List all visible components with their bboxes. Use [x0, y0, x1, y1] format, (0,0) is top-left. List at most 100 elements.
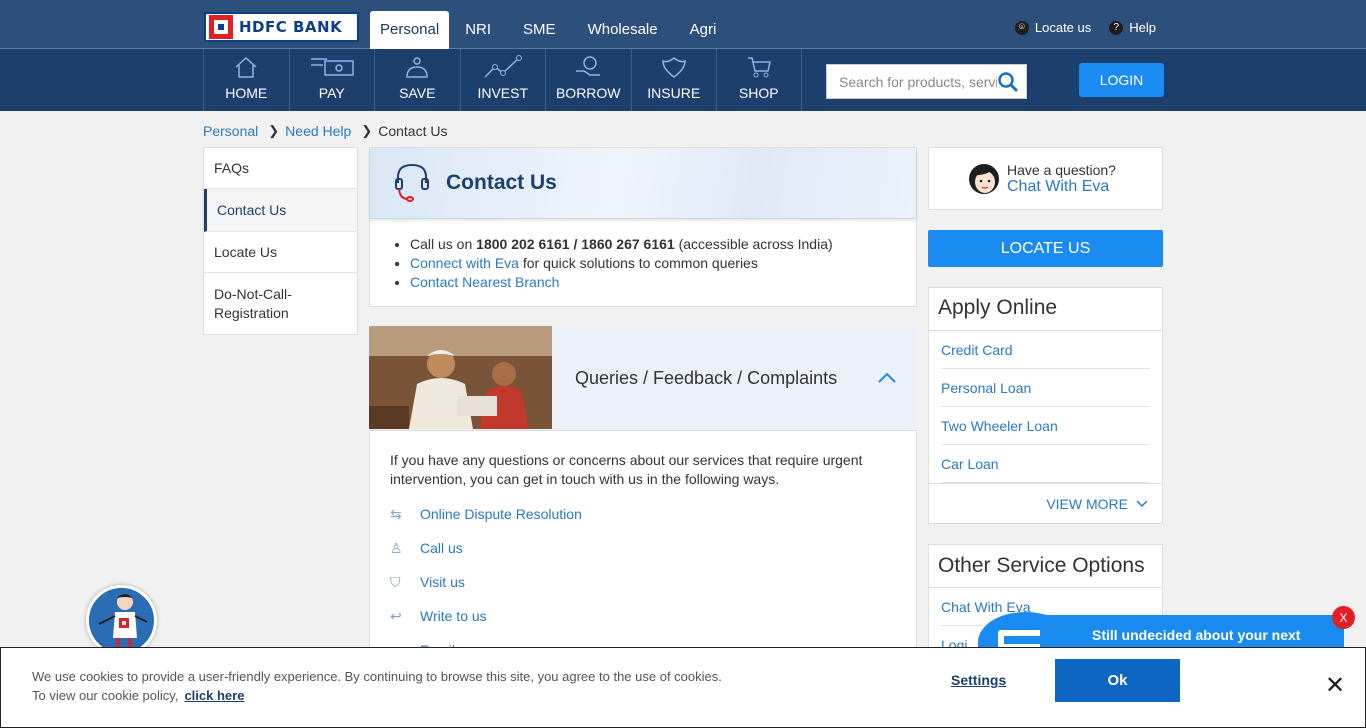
- segment-tabs: Personal NRI SME Wholesale Agri: [370, 11, 732, 49]
- option-write-us[interactable]: ↩ Write to us: [390, 599, 896, 633]
- tab-personal[interactable]: Personal: [370, 11, 450, 49]
- tab-agri[interactable]: Agri: [674, 11, 733, 49]
- option-write-us-label: Write to us: [420, 608, 487, 624]
- nav-home[interactable]: HOME: [203, 49, 289, 111]
- apply-credit-card[interactable]: Credit Card: [941, 331, 1150, 369]
- apply-two-wheeler-loan[interactable]: Two Wheeler Loan: [941, 407, 1150, 445]
- queries-title: Queries / Feedback / Complaints: [575, 367, 838, 388]
- chevron-right-icon: ❯: [361, 123, 373, 138]
- insure-icon: [661, 57, 686, 78]
- side-menu-dnc-registration[interactable]: Do-Not-Call-Registration: [204, 273, 357, 334]
- nav-items: HOME PAY SAVE INVEST BORROW INSURE SHOP: [203, 49, 802, 111]
- contact-call-line: Call us on 1800 202 6161 / 1860 267 6161…: [410, 235, 916, 254]
- contact-header: Contact Us: [370, 148, 916, 219]
- tab-wholesale[interactable]: Wholesale: [572, 11, 674, 49]
- nav-save-label: SAVE: [399, 85, 436, 101]
- connect-suffix: for quick solutions to common queries: [518, 255, 758, 271]
- hdfc-logo-mark-icon: [209, 15, 233, 39]
- view-more-button[interactable]: VIEW MORE: [929, 483, 1162, 523]
- nav-save[interactable]: SAVE: [374, 49, 460, 111]
- cookie-message: We use cookies to provide a user-friendl…: [32, 667, 732, 705]
- promo-close-button[interactable]: X: [1332, 606, 1355, 629]
- option-call-us[interactable]: ♙ Call us: [390, 531, 896, 565]
- eva-text: Have a question? Chat With Eva: [1007, 162, 1116, 196]
- breadcrumb-personal[interactable]: Personal: [203, 123, 258, 139]
- queries-accordion-header[interactable]: Queries / Feedback / Complaints: [369, 326, 917, 430]
- contact-branch-line: Contact Nearest Branch: [410, 273, 916, 292]
- nav-borrow-label: BORROW: [555, 85, 621, 101]
- apply-online-title: Apply Online: [929, 288, 1162, 331]
- eva-mascot-icon: [89, 588, 153, 652]
- apply-car-loan[interactable]: Car Loan: [941, 445, 1150, 483]
- help-link[interactable]: ? Help: [1109, 20, 1156, 35]
- call-numbers: 1800 202 6161 / 1860 267 6161: [476, 236, 675, 252]
- cookie-close-icon[interactable]: ✕: [1325, 673, 1345, 697]
- chevron-right-icon: ❯: [268, 123, 280, 138]
- cookie-policy-link[interactable]: click here: [184, 688, 244, 703]
- nav-insure[interactable]: INSURE: [630, 49, 717, 111]
- eva-avatar-icon: [969, 164, 999, 194]
- option-call-us-label: Call us: [420, 540, 463, 556]
- side-menu: FAQs Contact Us Locate Us Do-Not-Call-Re…: [203, 147, 358, 335]
- contact-list: Call us on 1800 202 6161 / 1860 267 6161…: [370, 219, 916, 292]
- location-pin-icon: ⌾: [1014, 20, 1029, 35]
- nav-shop[interactable]: SHOP: [716, 49, 802, 111]
- nav-home-label: HOME: [225, 85, 268, 101]
- pay-icon: [310, 58, 354, 76]
- help-icon: ?: [1109, 20, 1124, 35]
- nav-invest-label: INVEST: [477, 85, 529, 101]
- headset-icon: [395, 163, 429, 202]
- side-menu-locate-us[interactable]: Locate Us: [204, 232, 357, 273]
- borrow-icon: [576, 56, 601, 76]
- nav-shop-label: SHOP: [738, 85, 779, 101]
- queries-body: If you have any questions or concerns ab…: [369, 430, 917, 660]
- breadcrumb-current: Contact Us: [378, 123, 448, 139]
- hdfc-logo[interactable]: HDFC BANK: [204, 12, 359, 42]
- shield-icon: ⛉: [390, 573, 401, 590]
- call-suffix: (accessible across India): [674, 236, 833, 252]
- top-bar: HDFC BANK Personal NRI SME Wholesale Agr…: [0, 0, 1366, 49]
- tab-sme[interactable]: SME: [507, 11, 572, 49]
- queries-intro: If you have any questions or concerns ab…: [390, 452, 863, 487]
- option-visit-us-label: Visit us: [420, 574, 465, 590]
- tab-nri[interactable]: NRI: [449, 11, 507, 49]
- cookie-ok-button[interactable]: Ok: [1055, 659, 1180, 702]
- apply-personal-loan[interactable]: Personal Loan: [941, 369, 1150, 407]
- contact-branch-link[interactable]: Contact Nearest Branch: [410, 274, 559, 290]
- person-phone-icon: ♙: [390, 539, 403, 556]
- cookie-banner: We use cookies to provide a user-friendl…: [0, 647, 1366, 728]
- chevron-up-icon[interactable]: [877, 372, 897, 384]
- cookie-settings-button[interactable]: Settings: [951, 672, 1006, 688]
- top-links: ⌾ Locate us ? Help: [1014, 20, 1156, 35]
- breadcrumb-need-help[interactable]: Need Help: [285, 123, 351, 139]
- apply-online-card: Apply Online Credit Card Personal Loan T…: [928, 287, 1163, 524]
- search-box: [826, 64, 1027, 99]
- chat-with-eva-link[interactable]: Chat With Eva: [1007, 178, 1116, 196]
- floating-eva-button[interactable]: [86, 585, 157, 656]
- option-online-dispute-label: Online Dispute Resolution: [420, 506, 582, 522]
- invest-icon: [484, 55, 522, 78]
- locate-us-label: Locate us: [1034, 20, 1092, 35]
- main-nav: HOME PAY SAVE INVEST BORROW INSURE SHOP: [0, 49, 1366, 111]
- side-menu-contact-us[interactable]: Contact Us: [204, 189, 357, 232]
- option-visit-us[interactable]: ⛉ Visit us: [390, 565, 896, 599]
- eva-chat-card[interactable]: Have a question? Chat With Eva: [928, 147, 1163, 210]
- home-icon: [235, 56, 257, 78]
- login-button[interactable]: LOGIN: [1079, 63, 1164, 97]
- nav-pay[interactable]: PAY: [288, 49, 375, 111]
- search-input[interactable]: [827, 66, 997, 97]
- nav-invest[interactable]: INVEST: [459, 49, 546, 111]
- side-menu-faqs[interactable]: FAQs: [204, 148, 357, 189]
- queries-title-bar: Queries / Feedback / Complaints: [552, 326, 917, 430]
- search-icon[interactable]: [997, 71, 1019, 93]
- locate-us-button[interactable]: LOCATE US: [928, 230, 1163, 267]
- nav-borrow[interactable]: BORROW: [545, 49, 631, 111]
- arrows-exchange-icon: ⇆: [390, 505, 402, 522]
- breadcrumb: Personal ❯ Need Help ❯ Contact Us: [203, 123, 447, 139]
- connect-eva-link[interactable]: Connect with Eva: [410, 255, 519, 271]
- option-online-dispute[interactable]: ⇆ Online Dispute Resolution: [390, 497, 896, 531]
- reply-arrow-icon: ↩: [390, 607, 402, 624]
- locate-us-link[interactable]: ⌾ Locate us: [1014, 20, 1092, 35]
- customer-service-photo: [369, 326, 552, 429]
- cookie-message-text: We use cookies to provide a user-friendl…: [32, 669, 722, 703]
